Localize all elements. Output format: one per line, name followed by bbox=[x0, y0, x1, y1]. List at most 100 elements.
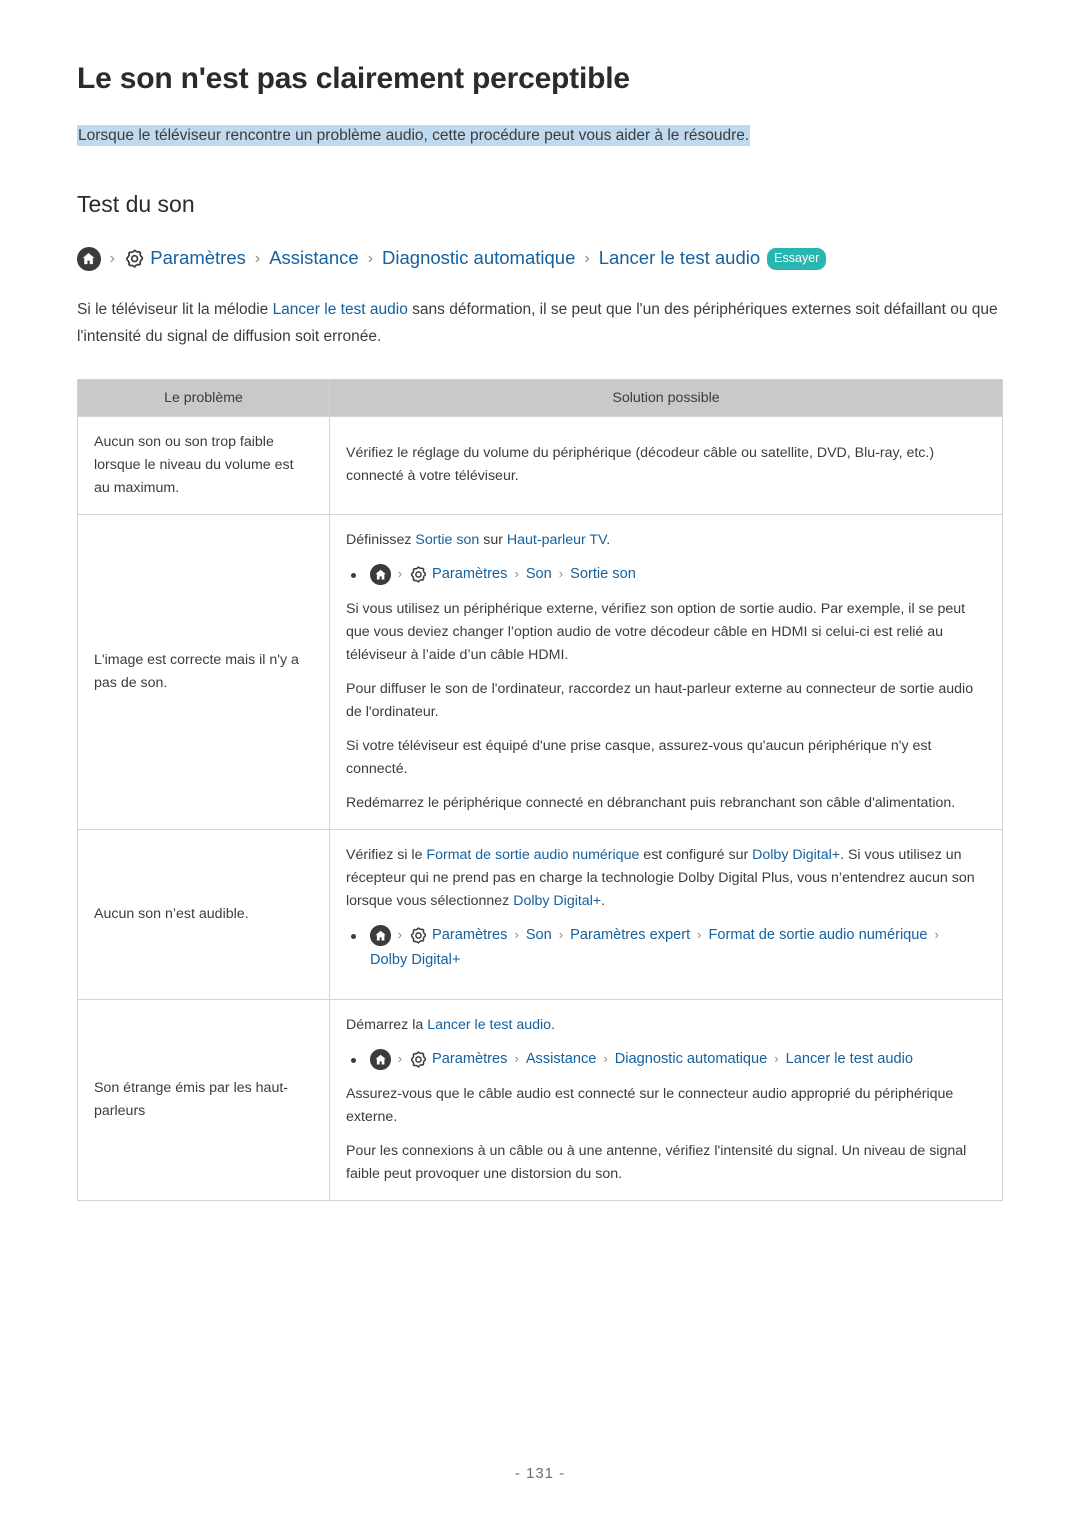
page-subtitle-wrapper: Lorsque le téléviseur rencontre un probl… bbox=[77, 124, 1003, 147]
breadcrumb-settings-group[interactable]: Paramètres bbox=[409, 924, 507, 947]
breadcrumb-item[interactable]: Dolby Digital+ bbox=[370, 949, 460, 972]
intro-paragraph: Si le téléviseur lit la mélodie Lancer l… bbox=[77, 297, 1003, 350]
chevron-right-icon: › bbox=[397, 927, 403, 943]
chevron-right-icon: › bbox=[934, 927, 939, 943]
breadcrumb-item[interactable]: Son bbox=[526, 563, 552, 586]
solution-paragraph: Vérifiez si le Format de sortie audio nu… bbox=[346, 844, 986, 913]
chevron-right-icon: › bbox=[254, 250, 261, 268]
bullet-marker bbox=[351, 933, 356, 939]
setting-link[interactable]: Dolby Digital+ bbox=[513, 893, 601, 909]
intro-text-before: Si le téléviseur lit la mélodie bbox=[77, 301, 273, 319]
breadcrumb-item[interactable]: Assistance bbox=[526, 1048, 597, 1071]
solution-text: Si vous utilisez un périphérique externe… bbox=[346, 600, 966, 663]
breadcrumb: › Paramètres › Assistance › Diagnostic automa… bbox=[370, 1048, 913, 1071]
bullet-breadcrumb-row: › Paramètres › Son › Paramètres expert › Format… bbox=[346, 924, 986, 973]
bullet-breadcrumb-row: › Paramètres › Son › Sortie son bbox=[346, 563, 986, 586]
page-number: - 131 - bbox=[514, 1465, 566, 1482]
chevron-right-icon: › bbox=[514, 565, 519, 581]
breadcrumb: › Paramètres › Son › Sortie son bbox=[370, 563, 636, 586]
breadcrumb-item[interactable]: Paramètres bbox=[432, 563, 507, 586]
breadcrumb-settings-group[interactable]: Paramètres bbox=[124, 246, 246, 271]
breadcrumb-settings-group[interactable]: Paramètres bbox=[409, 563, 507, 586]
setting-link[interactable]: Dolby Digital+ bbox=[752, 847, 840, 863]
breadcrumb-item[interactable]: Paramètres bbox=[150, 246, 246, 271]
solution-text: . bbox=[551, 1016, 556, 1033]
chevron-right-icon: › bbox=[109, 250, 115, 268]
setting-link[interactable]: Format de sortie audio numérique bbox=[426, 847, 639, 863]
column-header-solution: Solution possible bbox=[329, 378, 1003, 417]
intro-link[interactable]: Lancer le test audio bbox=[273, 301, 408, 318]
breadcrumb-item[interactable]: Lancer le test audio bbox=[786, 1048, 913, 1071]
document-page: Le son n'est pas clairement perceptible … bbox=[0, 0, 1080, 1527]
setting-link[interactable]: Lancer le test audio bbox=[427, 1017, 551, 1033]
cell-solution: Démarrez la Lancer le test audio. › Paramè… bbox=[329, 998, 1003, 1202]
home-icon bbox=[370, 563, 391, 585]
setting-link[interactable]: Sortie son bbox=[415, 532, 479, 548]
solution-text: Redémarrez le périphérique connecté en d… bbox=[346, 794, 956, 811]
cell-solution: Définissez Sortie son sur Haut-parleur T… bbox=[329, 513, 1003, 830]
breadcrumb-item[interactable]: Paramètres bbox=[432, 924, 507, 947]
chevron-right-icon: › bbox=[774, 1050, 779, 1066]
breadcrumb-item[interactable]: Diagnostic automatique bbox=[382, 246, 575, 271]
solution-text: Assurez-vous que le câble audio est conn… bbox=[346, 1086, 954, 1125]
breadcrumb-item[interactable]: Paramètres expert bbox=[570, 924, 690, 947]
gear-icon bbox=[409, 1050, 428, 1069]
bullet-marker bbox=[351, 572, 356, 578]
home-icon bbox=[77, 246, 101, 271]
solution-paragraph: Redémarrez le périphérique connecté en d… bbox=[346, 792, 986, 815]
breadcrumb-item[interactable]: Paramètres bbox=[432, 1048, 507, 1071]
try-badge[interactable]: Essayer bbox=[767, 248, 827, 270]
solution-paragraph: Si vous utilisez un périphérique externe… bbox=[346, 598, 986, 667]
column-header-problem: Le problème bbox=[77, 378, 330, 417]
setting-link[interactable]: Haut-parleur TV bbox=[507, 532, 606, 548]
gear-icon bbox=[409, 565, 428, 584]
table-head: Le problème Solution possible bbox=[77, 378, 1003, 417]
chevron-right-icon: › bbox=[367, 250, 374, 268]
chevron-right-icon: › bbox=[397, 565, 403, 581]
solution-paragraph: Pour diffuser le son de l'ordinateur, ra… bbox=[346, 678, 986, 724]
section-heading: Test du son bbox=[77, 190, 195, 217]
cell-problem: Aucun son ou son trop faible lorsque le … bbox=[77, 415, 330, 515]
chevron-right-icon: › bbox=[584, 250, 590, 268]
breadcrumb-item[interactable]: Assistance bbox=[269, 246, 358, 271]
breadcrumb-item[interactable]: Lancer le test audio bbox=[599, 246, 760, 271]
breadcrumb-item[interactable]: Son bbox=[526, 924, 552, 947]
gear-icon bbox=[124, 248, 145, 269]
solution-text: est configuré sur bbox=[639, 846, 753, 863]
troubleshooting-table: Le problème Solution possible Aucun son … bbox=[77, 378, 1003, 1202]
chevron-right-icon: › bbox=[603, 1050, 608, 1066]
solution-text: Définissez bbox=[346, 531, 416, 548]
solution-text: . bbox=[606, 531, 611, 548]
page-subtitle-highlighted: Lorsque le téléviseur rencontre un probl… bbox=[77, 124, 751, 146]
home-icon bbox=[370, 1048, 391, 1070]
breadcrumb: › Paramètres › Assistance › Diagnostic automa… bbox=[77, 246, 1003, 271]
table-row: Aucun son n’est audible. Vérifiez si le F… bbox=[77, 828, 1003, 1000]
solution-text: Vérifiez le réglage du volume du périphé… bbox=[346, 445, 935, 485]
gear-icon bbox=[409, 926, 428, 945]
solution-paragraph: Pour les connexions à un câble ou à une … bbox=[346, 1140, 986, 1186]
breadcrumb-item[interactable]: Sortie son bbox=[570, 563, 636, 586]
chevron-right-icon: › bbox=[558, 927, 564, 943]
solution-text: Démarrez la bbox=[346, 1016, 428, 1033]
solution-paragraph: Assurez-vous que le câble audio est conn… bbox=[346, 1083, 986, 1129]
cell-problem: L'image est correcte mais il n'y a pas d… bbox=[77, 513, 330, 830]
chevron-right-icon: › bbox=[697, 927, 702, 943]
solution-text: . bbox=[601, 892, 606, 909]
cell-problem: Aucun son n’est audible. bbox=[77, 828, 330, 1000]
solution-paragraph: Si votre téléviseur est équipé d'une pri… bbox=[346, 735, 986, 781]
table-row: Aucun son ou son trop faible lorsque le … bbox=[77, 415, 1003, 515]
breadcrumb-item[interactable]: Format de sortie audio numérique bbox=[709, 924, 928, 947]
bullet-marker bbox=[351, 1057, 356, 1063]
chevron-right-icon: › bbox=[397, 1050, 403, 1066]
solution-text: sur bbox=[479, 531, 507, 548]
breadcrumb-settings-group[interactable]: Paramètres bbox=[409, 1048, 507, 1071]
chevron-right-icon: › bbox=[514, 927, 519, 943]
solution-paragraph: Démarrez la Lancer le test audio. bbox=[346, 1014, 986, 1037]
solution-text: Pour les connexions à un câble ou à une … bbox=[346, 1143, 967, 1182]
breadcrumb-item[interactable]: Diagnostic automatique bbox=[615, 1048, 768, 1071]
table-row: L'image est correcte mais il n'y a pas d… bbox=[77, 513, 1003, 830]
cell-solution: Vérifiez le réglage du volume du périphé… bbox=[329, 415, 1003, 515]
page-title: Le son n'est pas clairement perceptible bbox=[77, 62, 630, 95]
solution-text: Vérifiez si le bbox=[346, 846, 427, 863]
solution-text: Si votre téléviseur est équipé d'une pri… bbox=[346, 737, 932, 777]
